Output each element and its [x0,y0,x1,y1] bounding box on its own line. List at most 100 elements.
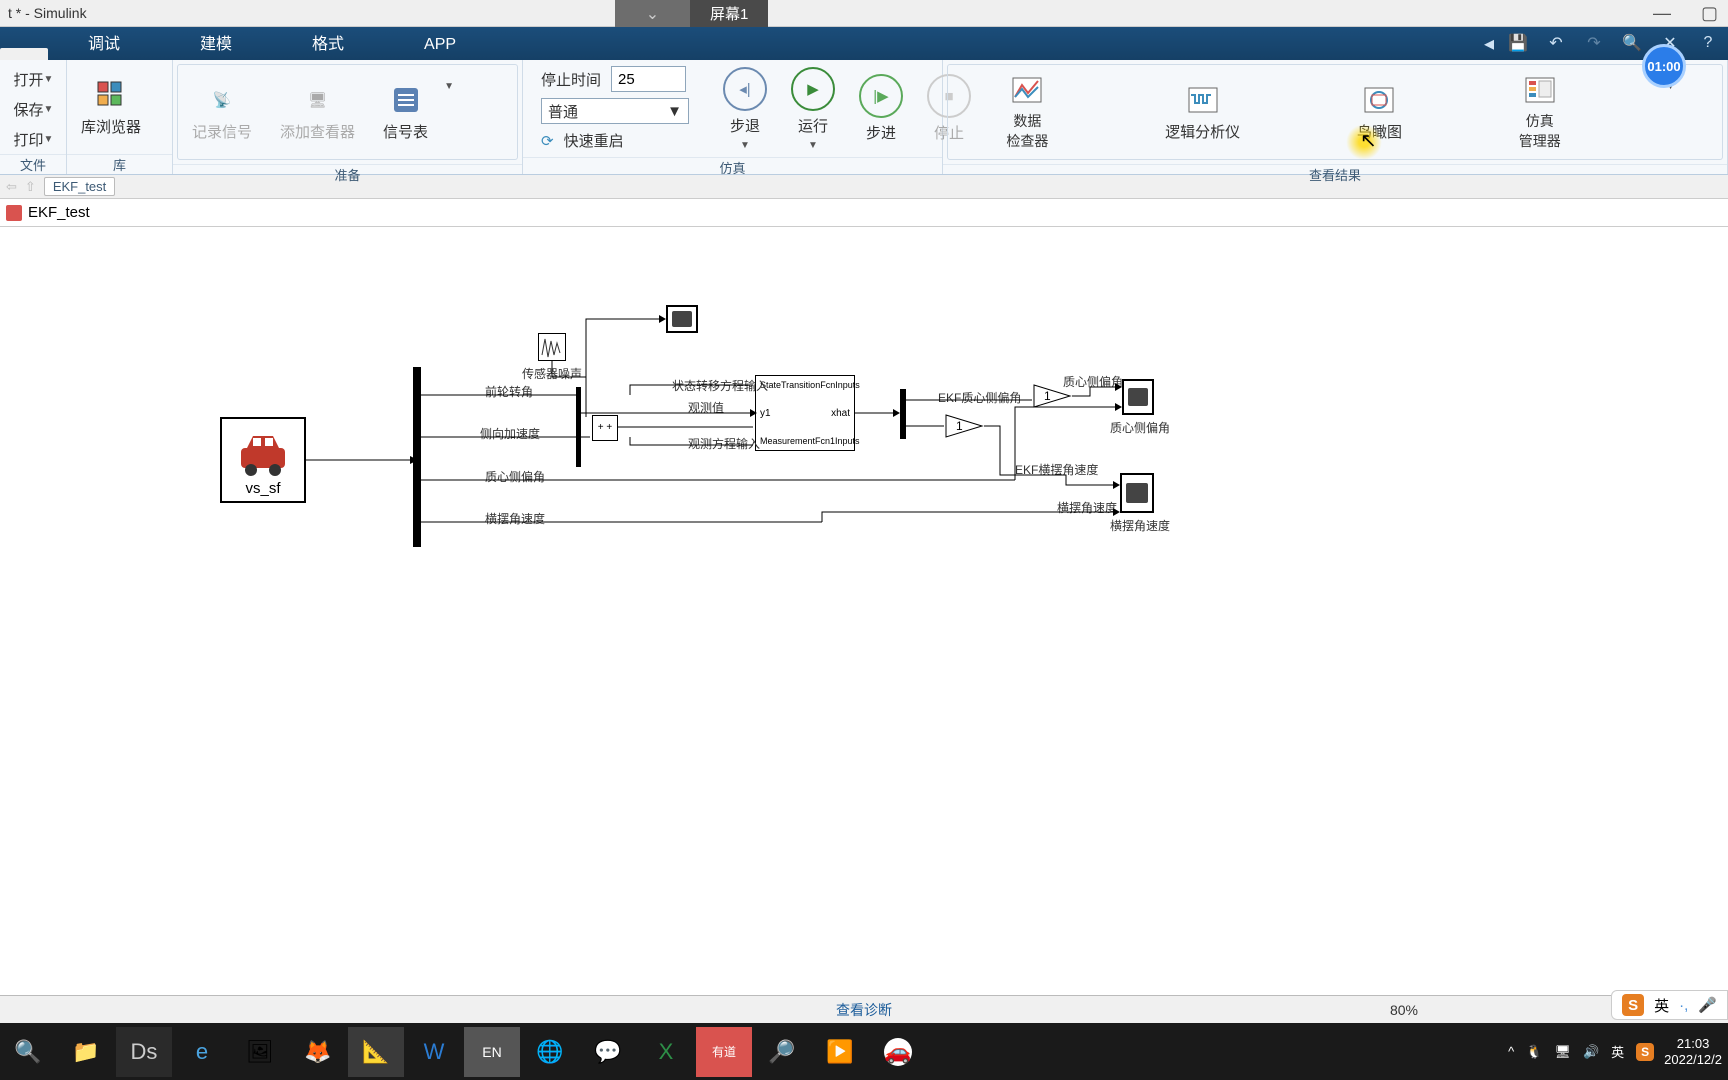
ribbon-group-library: 库浏览器 库 [67,60,173,174]
signal-table-button[interactable]: 信号表 [369,65,442,159]
record-signal-icon: 📡 [205,83,239,117]
file-group-label: 文件 [0,154,66,174]
tab-debug[interactable]: 调试 [48,24,160,60]
library-group-label: 库 [67,154,172,174]
simulation-mode-select[interactable]: 普通 ▼ [541,98,689,124]
menubar-back-icon[interactable]: ◂ [1484,31,1494,56]
breadcrumb-up-icon[interactable]: ⇧ [25,179,36,195]
help-icon[interactable]: ? [1694,29,1722,57]
stop-time-input[interactable] [611,66,686,92]
taskbar-matlab[interactable]: 📐 [348,1027,404,1077]
scope-screen-icon [672,311,692,327]
block-mux-small[interactable] [576,387,581,467]
birdseye-button[interactable]: 鸟瞰图 [1343,65,1416,159]
screen-dropdown-icon[interactable]: ⌄ [615,0,690,27]
taskbar-youdao[interactable]: 有道 [696,1027,752,1077]
taskbar-edge[interactable]: 🌐 [522,1027,578,1077]
ime-lang: 英 [1654,995,1669,1016]
step-forward-button[interactable]: |▶ 步进 [859,74,903,143]
mic-icon[interactable]: 🎤 [1698,996,1717,1014]
data-inspector-button[interactable]: 数据 检查器 [992,65,1062,159]
open-button[interactable]: 打开▼ [14,65,54,93]
taskbar-wechat[interactable]: 💬 [580,1027,636,1077]
taskbar-excel[interactable]: X [638,1027,694,1077]
print-label: 打印 [14,129,44,150]
block-gain1[interactable]: 1 [944,413,984,439]
tray-app-icon[interactable]: 🐧 [1526,1044,1542,1060]
scope1-top-label: 质心侧偏角 [1063,373,1123,390]
breadcrumb-back-icon[interactable]: ⇦ [6,179,17,195]
minimize-icon[interactable]: — [1653,3,1671,24]
chevron-down-icon: ▼ [740,140,750,151]
window-title: t * - Simulink [8,5,87,21]
model-path[interactable]: EKF_test [28,204,90,221]
taskbar-explorer[interactable]: 📁 [58,1027,114,1077]
redo-icon[interactable]: ↷ [1580,29,1608,57]
block-demux[interactable] [413,367,421,547]
tray-network-icon[interactable]: 🖥 [1554,1044,1571,1060]
block-vs-sf[interactable]: vs_sf [220,417,306,503]
screen-selector[interactable]: ⌄ 屏幕1 [615,0,768,27]
taskbar-word[interactable]: W [406,1027,462,1077]
status-zoom: 80% [1390,1002,1418,1018]
taskbar-ie[interactable]: e [174,1027,230,1077]
save-button[interactable]: 保存▼ [14,95,54,123]
signal-front-wheel: 前轮转角 [485,383,533,400]
block-scope-top[interactable] [666,305,698,333]
step-back-button[interactable]: ◂| 步退 ▼ [723,67,767,151]
block-scope-ekf-beta[interactable] [1122,379,1154,415]
maximize-icon[interactable]: ▢ [1701,3,1718,24]
taskbar-photos[interactable]: 🖼 [232,1027,288,1077]
taskbar-carsim[interactable]: 🚗 [870,1027,926,1077]
search-icon[interactable]: 🔍 [1618,29,1646,57]
ime-indicator[interactable]: S 英 ·, 🎤 [1611,990,1728,1020]
tray-volume-icon[interactable]: 🔊 [1583,1044,1599,1060]
status-diagnostics-link[interactable]: 查看诊断 [836,1000,892,1020]
taskbar-app-ds[interactable]: Ds [116,1027,172,1077]
add-viewer-button[interactable]: 🖥 添加查看器 [266,65,369,159]
scope1-bottom-label: 质心侧偏角 [1110,419,1170,436]
signal-yawrate: 横摆角速度 [485,510,545,527]
tray-expand-icon[interactable]: ^ [1508,1044,1514,1059]
start-button[interactable]: 🔍 [0,1027,56,1077]
tray-ime-lang[interactable]: 英 [1611,1042,1624,1061]
tab-modeling[interactable]: 建模 [160,24,272,60]
sim-manager-button[interactable]: 仿真 管理器 [1505,65,1575,159]
ime-punct: ·, [1679,997,1688,1014]
ribbon-group-prepare: 📡 记录信号 🖥 添加查看器 信号表 ▼ 准备 [173,60,523,174]
ribbon-group-results: 数据 检查器 逻辑分析仪 鸟瞰图 仿真 管理器 [943,60,1728,174]
tab-app[interactable]: APP [384,30,496,60]
print-button[interactable]: 打印▼ [14,125,54,153]
logic-analyzer-button[interactable]: 逻辑分析仪 [1151,65,1254,159]
undo-icon[interactable]: ↶ [1542,29,1570,57]
block-scope-yaw[interactable] [1120,473,1154,513]
library-browser-button[interactable]: 库浏览器 [67,60,155,154]
library-browser-icon [94,78,128,112]
block-sum[interactable]: + + [592,415,618,441]
fast-restart-button[interactable]: ⟳ 快速重启 [541,130,689,151]
taskbar-firefox[interactable]: 🦊 [290,1027,346,1077]
simulink-canvas[interactable]: vs_sf 传感器噪声 + + StateTransitionFcnInputs… [0,227,1728,797]
tray-sogou-icon[interactable]: S [1636,1043,1654,1061]
ekf-port1-label: 状态转移方程输入 [672,377,768,394]
save-icon[interactable]: 💾 [1504,29,1532,57]
taskbar-clock[interactable]: 21:03 2022/12/2 [1664,1036,1722,1067]
tab-format[interactable]: 格式 [272,24,384,60]
taskbar-endnote[interactable]: EN [464,1027,520,1077]
taskbar-video[interactable]: ▶️ [812,1027,868,1077]
model-path-bar: EKF_test [0,199,1728,227]
car-icon [233,430,293,480]
scope-screen-icon [1126,483,1148,503]
record-signal-button[interactable]: 📡 记录信号 [178,65,266,159]
sim-manager-label2: 管理器 [1519,131,1561,151]
timer-overlay: 01:00 [1642,44,1686,88]
block-ekf[interactable]: StateTransitionFcnInputs y1xhat Measurem… [755,375,855,451]
block-demux2[interactable] [900,389,906,439]
block-noise[interactable] [538,333,566,361]
breadcrumb-item[interactable]: EKF_test [44,177,115,196]
stop-time-label: 停止时间 [541,69,601,90]
add-viewer-label: 添加查看器 [280,121,355,142]
taskbar-everything[interactable]: 🔎 [754,1027,810,1077]
tab-simulation[interactable] [0,48,48,60]
run-button[interactable]: ▶ 运行 ▼ [791,67,835,151]
